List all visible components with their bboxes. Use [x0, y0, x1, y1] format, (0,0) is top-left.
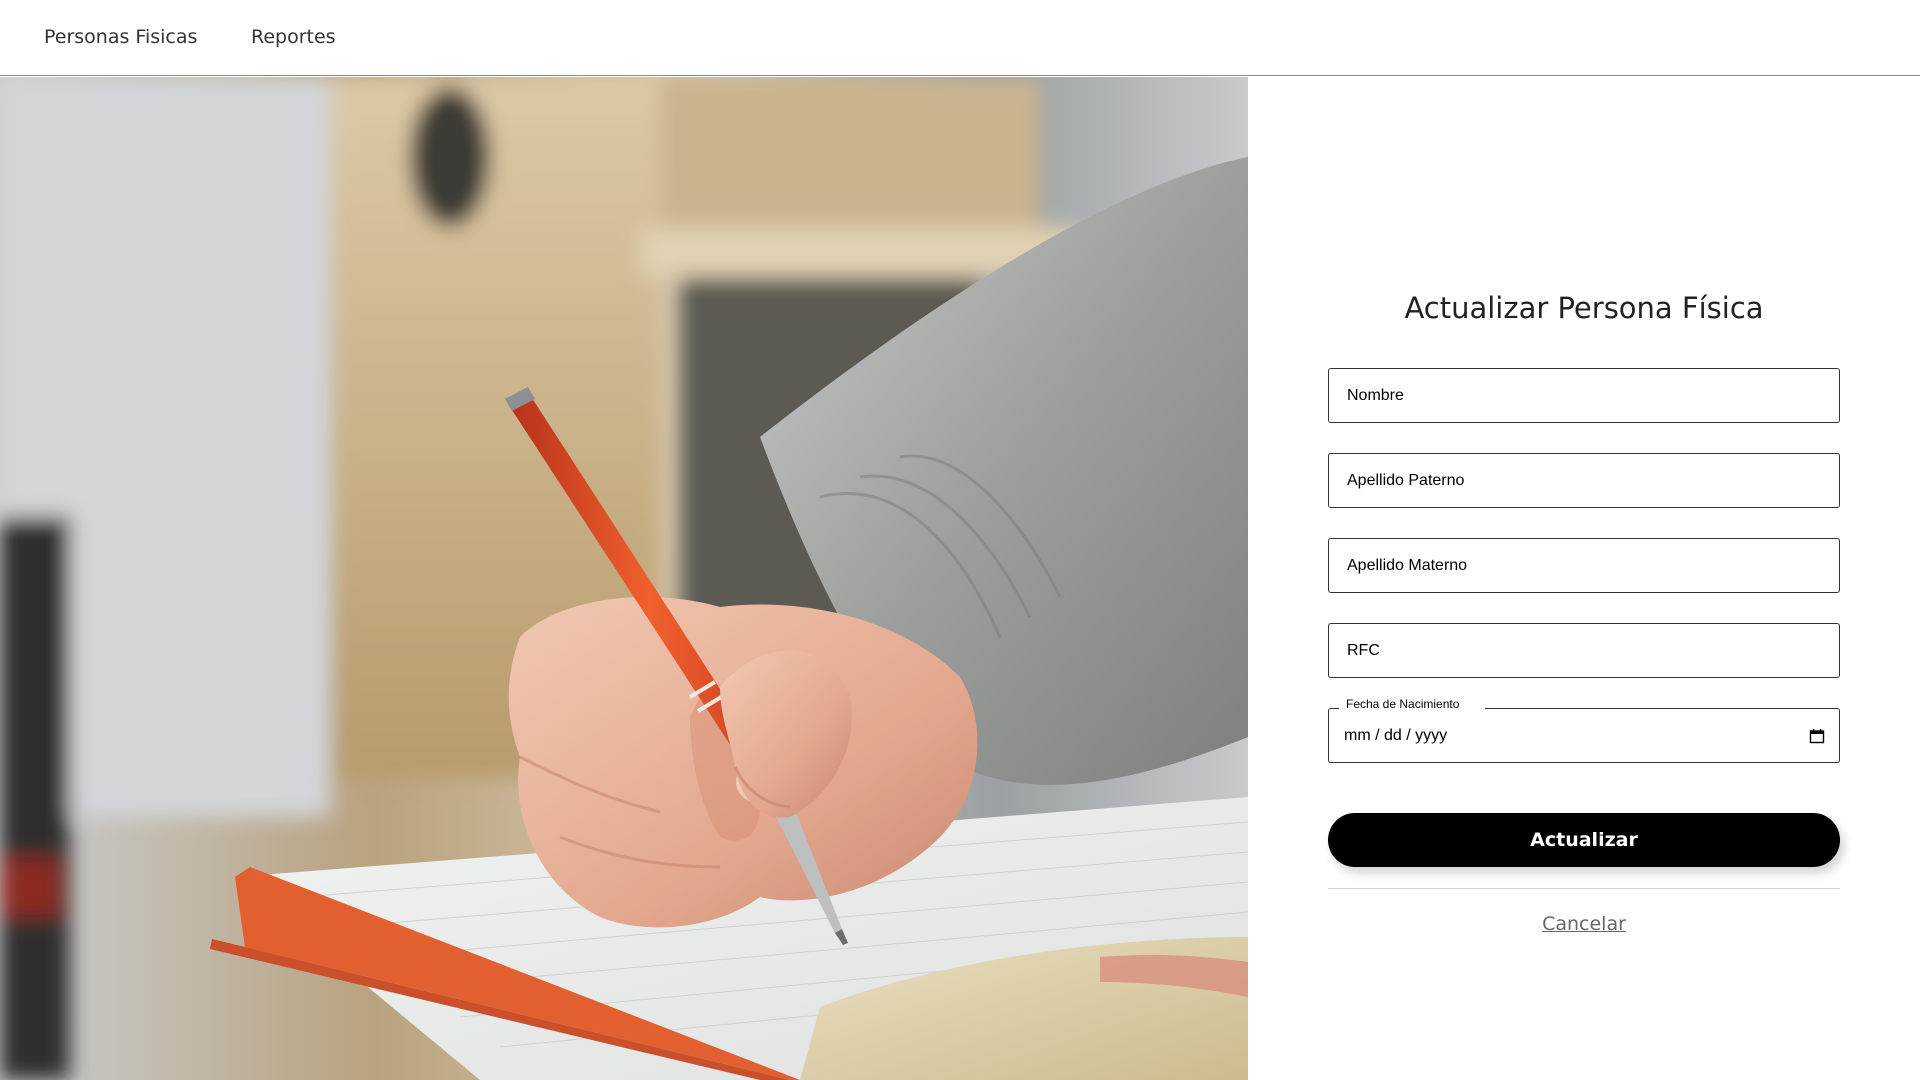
top-navbar: Personas Fisicas Reportes — [0, 0, 1920, 76]
apellido-materno-field[interactable] — [1328, 538, 1840, 593]
nav-link-reportes[interactable]: Reportes — [251, 26, 336, 48]
actualizar-button[interactable]: Actualizar — [1328, 813, 1840, 867]
update-form-panel: Actualizar Persona Física Fecha de Nacim… — [1248, 77, 1920, 1080]
fecha-nacimiento-field[interactable]: Fecha de Nacimiento mm / dd / yyyy — [1328, 697, 1840, 763]
nombre-field[interactable] — [1328, 368, 1840, 423]
rfc-input[interactable] — [1329, 624, 1839, 677]
nombre-input[interactable] — [1329, 369, 1839, 422]
divider — [1328, 888, 1840, 889]
rfc-field[interactable] — [1328, 623, 1840, 678]
hero-image — [0, 77, 1248, 1080]
cancelar-link[interactable]: Cancelar — [1248, 913, 1920, 935]
apellido-paterno-field[interactable] — [1328, 453, 1840, 508]
fecha-nacimiento-input[interactable]: mm / dd / yyyy — [1344, 727, 1447, 745]
fecha-nacimiento-label: Fecha de Nacimiento — [1339, 697, 1485, 711]
form-title: Actualizar Persona Física — [1404, 291, 1764, 325]
apellido-paterno-input[interactable] — [1329, 454, 1839, 507]
nav-link-personas-fisicas[interactable]: Personas Fisicas — [44, 26, 197, 48]
apellido-materno-input[interactable] — [1329, 539, 1839, 592]
calendar-icon[interactable] — [1809, 728, 1825, 744]
